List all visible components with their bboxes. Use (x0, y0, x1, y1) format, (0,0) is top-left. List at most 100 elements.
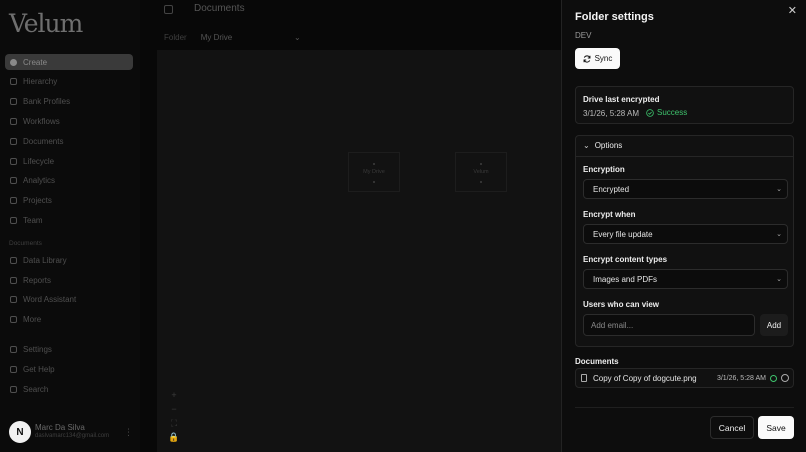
documents-label: Documents (575, 357, 619, 366)
options-card: ⌄ Options Encryption Encrypted ⌄ Encrypt… (575, 135, 794, 347)
refresh-icon (583, 54, 591, 63)
email-field[interactable] (583, 314, 755, 336)
save-button[interactable]: Save (758, 416, 794, 439)
assistant-icon (10, 296, 17, 304)
options-label: Options (594, 141, 623, 150)
sidebar-item-reports[interactable]: Reports (5, 270, 133, 290)
encrypt-when-value: Every file update (593, 229, 653, 239)
canvas-node-velum[interactable]: Velum (455, 152, 507, 192)
fit-view-icon[interactable]: ⛶ (168, 416, 180, 430)
sidebar-item-label: Projects (23, 196, 52, 206)
zoom-in-icon[interactable]: + (168, 388, 180, 402)
panel-title: Folder settings (575, 11, 654, 23)
check-circle-icon (770, 374, 777, 382)
cancel-button[interactable]: Cancel (710, 416, 754, 439)
canvas-node-my-drive[interactable]: My Drive (348, 152, 400, 192)
sidebar-item-create[interactable]: Create (5, 54, 133, 70)
drive-select-value: My Drive (200, 33, 233, 42)
sidebar: Velum Create Hierarchy Bank Profiles Wor… (0, 0, 140, 452)
file-icon (581, 374, 587, 382)
last-encrypted-card: Drive last encrypted 3/1/26, 5:28 AM Suc… (575, 86, 794, 124)
sidebar-item-label: Create (23, 57, 48, 67)
sidebar-item-label: Analytics (23, 176, 56, 186)
encrypt-when-label: Encrypt when (583, 210, 636, 219)
sidebar-item-label: Workflows (23, 116, 60, 126)
search-icon (10, 385, 17, 393)
sidebar-item-analytics[interactable]: Analytics (5, 171, 133, 191)
add-user-button[interactable]: Add (760, 314, 788, 336)
breadcrumb-root[interactable]: Folder (164, 33, 187, 42)
sidebar-item-team[interactable]: Team (5, 211, 133, 231)
bank-icon (10, 98, 17, 106)
gear-icon (10, 345, 17, 353)
sidebar-item-workflows[interactable]: Workflows (5, 112, 133, 132)
status-badge: Success (646, 108, 687, 117)
last-encrypted-label: Drive last encrypted (583, 95, 660, 104)
list-item[interactable]: Copy of Copy of dogcute.png 3/1/26, 5:28… (575, 368, 794, 388)
lifecycle-icon (10, 157, 17, 165)
sidebar-item-label: Team (23, 215, 43, 225)
user-name: Marc Da Silva (35, 423, 85, 432)
sidebar-item-label: Search (23, 384, 49, 394)
encryption-label: Encryption (583, 165, 625, 174)
sidebar-item-label: Documents (23, 136, 64, 146)
more-icon (10, 316, 17, 324)
sidebar-item-label: Data Library (23, 255, 67, 265)
close-icon[interactable]: ✕ (788, 4, 797, 17)
status-text: Success (657, 108, 688, 117)
sidebar-item-get-help[interactable]: Get Help (5, 359, 133, 379)
plus-circle-icon (10, 58, 17, 66)
page-title: Documents (194, 3, 245, 14)
zoom-out-icon[interactable]: − (168, 402, 180, 416)
sidebar-item-label: Lifecycle (23, 156, 55, 166)
document-date: 3/1/26, 5:28 AM (716, 374, 766, 382)
chevron-down-icon: ⌄ (293, 33, 301, 42)
sidebar-item-projects[interactable]: Projects (5, 191, 133, 211)
user-menu[interactable]: N Marc Da Silva daslvamarc134@gmail.com … (9, 421, 133, 443)
sidebar-item-label: Reports (23, 275, 52, 285)
sidebar-item-lifecycle[interactable]: Lifecycle (5, 151, 133, 171)
sidebar-item-search[interactable]: Search (5, 379, 133, 399)
sidebar-item-settings[interactable]: Settings (5, 340, 133, 360)
lock-icon[interactable]: 🔒 (168, 430, 180, 444)
last-encrypted-date: 3/1/26, 5:28 AM (583, 109, 640, 118)
node-label: My Drive (363, 169, 385, 175)
main-content: Documents Folder My Drive ⌄ My Drive Vel… (140, 0, 561, 452)
report-icon (10, 276, 17, 284)
drive-select[interactable]: My Drive ⌄ (201, 33, 301, 42)
sidebar-item-label: Settings (23, 344, 52, 354)
sync-label: Sync (594, 54, 613, 63)
folder-settings-panel: ✕ Folder settings DEV Sync Drive last en… (561, 0, 806, 452)
folder-name: DEV (575, 31, 592, 40)
folder-canvas[interactable]: My Drive Velum (157, 50, 561, 452)
team-icon (10, 216, 17, 224)
sync-button[interactable]: Sync (575, 48, 620, 69)
sidebar-item-word-assistant[interactable]: Word Assistant (5, 290, 133, 310)
content-types-select[interactable]: Images and PDFs ⌄ (583, 269, 788, 289)
sidebar-item-label: Get Help (23, 364, 55, 374)
sidebar-item-bank-profiles[interactable]: Bank Profiles (5, 92, 133, 112)
encrypt-when-select[interactable]: Every file update ⌄ (583, 224, 788, 244)
user-email: daslvamarc134@gmail.com (35, 433, 110, 439)
content-types-value: Images and PDFs (593, 274, 658, 284)
chevron-down-icon: ⌄ (776, 186, 782, 193)
sidebar-item-label: More (23, 315, 42, 325)
chevron-down-icon: ⌄ (583, 141, 590, 150)
users-label: Users who can view (583, 300, 660, 309)
sidebar-item-hierarchy[interactable]: Hierarchy (5, 72, 133, 92)
app-logo: Velum (9, 9, 83, 38)
help-icon (10, 365, 17, 373)
sidebar-item-documents[interactable]: Documents (5, 131, 133, 151)
sidebar-item-data-library[interactable]: Data Library (5, 250, 133, 270)
chart-icon (10, 177, 17, 185)
history-icon[interactable] (781, 374, 789, 382)
sidebar-toggle-icon[interactable] (164, 5, 173, 14)
check-circle-icon (646, 108, 654, 117)
more-vertical-icon[interactable]: ⋮ (124, 427, 133, 438)
options-toggle[interactable]: ⌄ Options (583, 141, 622, 150)
encryption-select[interactable]: Encrypted ⌄ (583, 179, 788, 199)
sidebar-item-more[interactable]: More (5, 310, 133, 330)
node-label: Velum (473, 169, 489, 175)
sidebar-item-label: Bank Profiles (23, 97, 71, 107)
breadcrumb: Folder My Drive ⌄ (164, 33, 301, 42)
